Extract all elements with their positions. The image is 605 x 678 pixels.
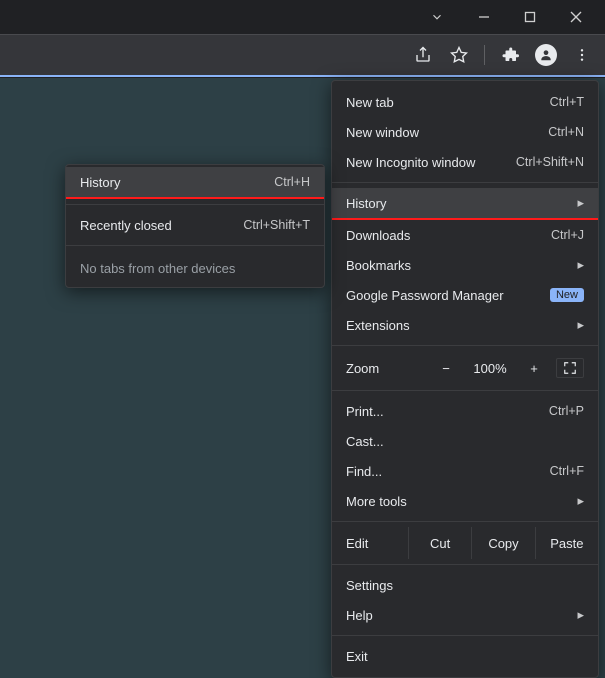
extensions-icon[interactable] [495, 40, 525, 70]
menu-bookmarks[interactable]: Bookmarks ▸ [332, 250, 598, 280]
tabs-chevron-down-icon[interactable] [421, 0, 453, 34]
menu-cast[interactable]: Cast... [332, 426, 598, 456]
history-submenu: History Ctrl+H Recently closed Ctrl+Shif… [65, 164, 325, 288]
submenu-arrow-icon: ▸ [577, 257, 584, 273]
edit-cut-button[interactable]: Cut [408, 527, 471, 559]
submenu-arrow-icon: ▸ [577, 317, 584, 333]
menu-more-tools[interactable]: More tools ▸ [332, 486, 598, 516]
close-button[interactable] [553, 0, 599, 34]
menu-new-incognito[interactable]: New Incognito window Ctrl+Shift+N [332, 147, 598, 177]
menu-print[interactable]: Print... Ctrl+P [332, 396, 598, 426]
menu-edit: Edit Cut Copy Paste [332, 527, 598, 559]
window-titlebar [0, 0, 605, 34]
submenu-history[interactable]: History Ctrl+H [66, 167, 324, 197]
menu-extensions[interactable]: Extensions ▸ [332, 310, 598, 340]
menu-settings[interactable]: Settings [332, 570, 598, 600]
menu-label: New tab [346, 95, 394, 110]
menu-passwords[interactable]: Google Password Manager New [332, 280, 598, 310]
toolbar-divider [484, 45, 485, 65]
kebab-menu-icon[interactable] [567, 40, 597, 70]
edit-paste-button[interactable]: Paste [535, 527, 598, 559]
menu-shortcut: Ctrl+T [550, 95, 584, 109]
zoom-out-button[interactable]: − [434, 361, 458, 376]
browser-toolbar [0, 34, 605, 76]
menu-find[interactable]: Find... Ctrl+F [332, 456, 598, 486]
menu-help[interactable]: Help ▸ [332, 600, 598, 630]
menu-downloads[interactable]: Downloads Ctrl+J [332, 220, 598, 250]
submenu-recently-closed[interactable]: Recently closed Ctrl+Shift+T [66, 210, 324, 240]
submenu-arrow-icon: ▸ [577, 607, 584, 623]
edit-copy-button[interactable]: Copy [471, 527, 534, 559]
submenu-arrow-icon: ▸ [577, 493, 584, 509]
menu-new-tab[interactable]: New tab Ctrl+T [332, 87, 598, 117]
minimize-button[interactable] [461, 0, 507, 34]
menu-history[interactable]: History ▸ [332, 188, 598, 218]
maximize-button[interactable] [507, 0, 553, 34]
menu-exit[interactable]: Exit [332, 641, 598, 671]
fullscreen-icon[interactable] [556, 358, 584, 378]
submenu-arrow-icon: ▸ [577, 195, 584, 211]
new-badge: New [550, 288, 584, 302]
menu-zoom: Zoom − 100% + [332, 351, 598, 385]
zoom-value: 100% [468, 361, 512, 376]
avatar-icon[interactable] [531, 40, 561, 70]
highlight-line [66, 197, 324, 199]
share-icon[interactable] [408, 40, 438, 70]
chrome-main-menu: New tab Ctrl+T New window Ctrl+N New Inc… [331, 80, 599, 678]
no-tabs-message: No tabs from other devices [66, 251, 324, 285]
star-icon[interactable] [444, 40, 474, 70]
menu-separator [332, 182, 598, 183]
zoom-in-button[interactable]: + [522, 361, 546, 376]
menu-new-window[interactable]: New window Ctrl+N [332, 117, 598, 147]
